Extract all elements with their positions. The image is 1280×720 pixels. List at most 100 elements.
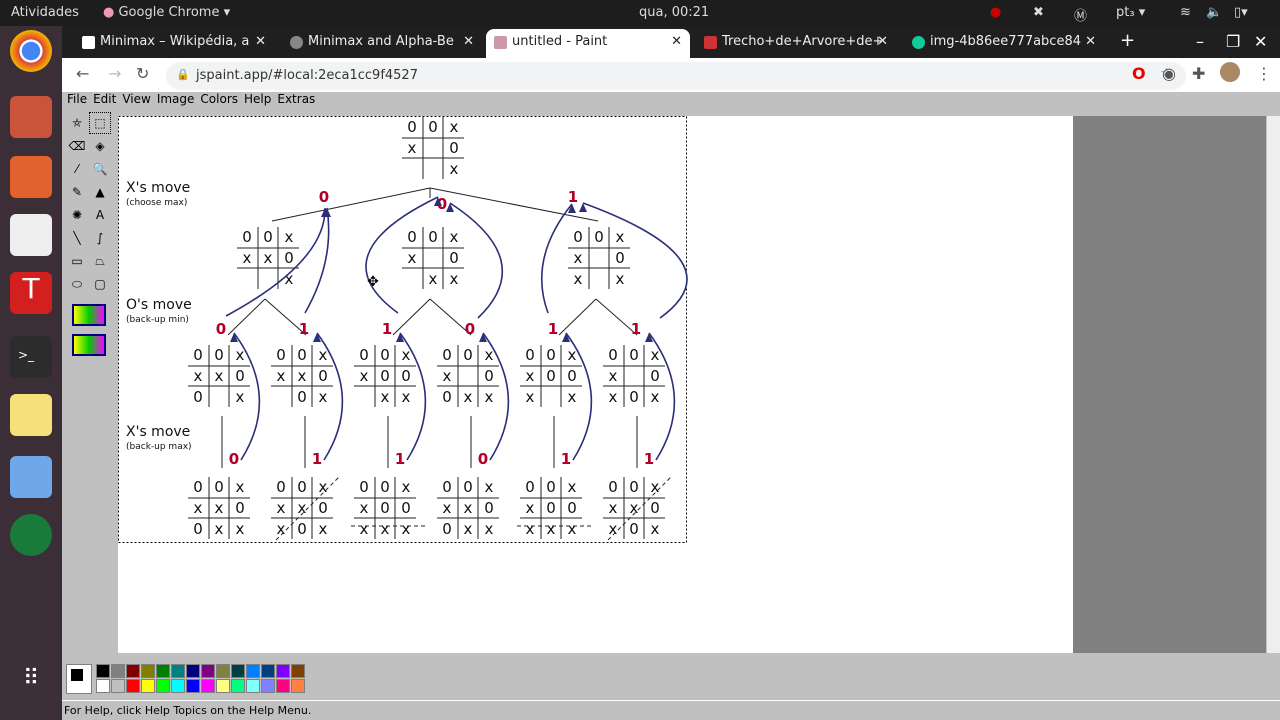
address-bar[interactable]: 🔒 jspaint.app/#local:2eca1cc9f4527 ☆ — [166, 62, 1186, 90]
menu-icon[interactable]: ⋮ — [1256, 64, 1272, 83]
extension-icon[interactable]: ◉ — [1162, 64, 1176, 83]
tab-4[interactable]: img-4b86ee777abce84 ✕ — [904, 29, 1104, 58]
palette-color[interactable] — [201, 679, 215, 693]
extensions-puzzle-icon[interactable]: ✚ — [1192, 64, 1205, 83]
tab-3[interactable]: Trecho+de+Arvore+de+ ✕ — [696, 29, 896, 58]
palette-color[interactable] — [186, 664, 200, 678]
menu-file[interactable]: File — [67, 92, 87, 106]
language-menu[interactable]: pt₃ ▾ — [1116, 5, 1145, 20]
restore-button[interactable]: ❐ — [1226, 32, 1240, 51]
text-tool[interactable]: A — [89, 204, 111, 226]
minimize-button[interactable]: – — [1196, 32, 1204, 51]
palette-color[interactable] — [171, 664, 185, 678]
forward-button[interactable]: → — [108, 64, 121, 83]
brush-tool[interactable]: ▲ — [89, 181, 111, 203]
opera-extension-icon[interactable]: O — [1132, 64, 1146, 83]
show-apps-icon[interactable]: ⠿ — [10, 666, 52, 708]
tool-option-1[interactable] — [72, 304, 106, 326]
fill-tool[interactable]: ◈ — [89, 135, 111, 157]
minimax-value: 1 — [312, 450, 322, 468]
record-icon[interactable]: ● — [990, 5, 1001, 20]
free-form-select-tool[interactable]: ⛤ — [66, 112, 88, 134]
wifi-icon[interactable]: ≋ — [1180, 5, 1191, 20]
palette-color[interactable] — [261, 679, 275, 693]
back-button[interactable]: ← — [76, 64, 89, 83]
text-editor-launcher[interactable] — [10, 214, 52, 256]
airbrush-tool[interactable]: ✺ — [66, 204, 88, 226]
tab-2[interactable]: untitled - Paint ✕ — [486, 29, 690, 58]
palette-color[interactable] — [126, 679, 140, 693]
activities-button[interactable]: Atividades — [11, 5, 79, 20]
tool-option-2[interactable] — [72, 334, 106, 356]
files-launcher[interactable] — [10, 96, 52, 138]
software-launcher[interactable] — [10, 156, 52, 198]
vertical-scrollbar[interactable] — [1267, 116, 1280, 653]
close-window-button[interactable]: ✕ — [1254, 32, 1267, 51]
eraser-tool[interactable]: ⌫ — [66, 135, 88, 157]
t-app-launcher[interactable]: T — [10, 272, 52, 314]
line-tool[interactable]: ╲ — [66, 227, 88, 249]
palette-color[interactable] — [96, 679, 110, 693]
notes-launcher[interactable] — [10, 394, 52, 436]
palette-color[interactable] — [186, 679, 200, 693]
menu-image[interactable]: Image — [157, 92, 195, 106]
close-tab-icon[interactable]: ✕ — [255, 34, 266, 49]
pencil-tool[interactable]: ✎ — [66, 181, 88, 203]
palette-color[interactable] — [141, 664, 155, 678]
curve-tool[interactable]: ∫ — [89, 227, 111, 249]
palette-color[interactable] — [141, 679, 155, 693]
palette-color[interactable] — [171, 679, 185, 693]
palette-color[interactable] — [96, 664, 110, 678]
ellipse-tool[interactable]: ⬭ — [66, 273, 88, 295]
palette-color[interactable] — [291, 679, 305, 693]
tab-1[interactable]: Minimax and Alpha-Be ✕ — [282, 29, 482, 58]
globe-launcher[interactable] — [10, 514, 52, 556]
close-tab-icon[interactable]: ✕ — [671, 34, 682, 49]
canvas[interactable]: 00xx0x00xxx0x00xx0xx00xx0xx00100xxx00x00… — [118, 116, 1073, 653]
tab-0[interactable]: Minimax – Wikipédia, a ✕ — [74, 29, 274, 58]
dropbox-icon[interactable]: ✖ — [1033, 5, 1044, 20]
menu-colors[interactable]: Colors — [200, 92, 238, 106]
current-colors[interactable] — [66, 664, 92, 694]
palette-color[interactable] — [111, 679, 125, 693]
palette-color[interactable] — [261, 664, 275, 678]
menu-help[interactable]: Help — [244, 92, 271, 106]
palette-color[interactable] — [156, 679, 170, 693]
palette-color[interactable] — [156, 664, 170, 678]
palette-color[interactable] — [276, 679, 290, 693]
profile-avatar[interactable] — [1220, 62, 1240, 82]
palette-color[interactable] — [216, 679, 230, 693]
close-tab-icon[interactable]: ✕ — [1085, 34, 1096, 49]
select-tool[interactable]: ⬚ — [89, 112, 111, 134]
menu-extras[interactable]: Extras — [277, 92, 315, 106]
palette-color[interactable] — [126, 664, 140, 678]
menu-edit[interactable]: Edit — [93, 92, 116, 106]
palette-color[interactable] — [246, 664, 260, 678]
m-icon[interactable]: Ⓜ — [1074, 5, 1087, 24]
clock[interactable]: qua, 00:21 — [639, 5, 709, 20]
rounded-rectangle-tool[interactable]: ▢ — [89, 273, 111, 295]
palette-color[interactable] — [291, 664, 305, 678]
chrome-launcher[interactable] — [10, 30, 52, 72]
close-tab-icon[interactable]: ✕ — [463, 34, 474, 49]
new-tab-button[interactable]: + — [1120, 30, 1135, 51]
menu-view[interactable]: View — [122, 92, 150, 106]
volume-icon[interactable]: 🔈 — [1206, 5, 1222, 20]
rectangle-tool[interactable]: ▭ — [66, 250, 88, 272]
pick-color-tool[interactable]: ⁄ — [66, 158, 88, 180]
palette-color[interactable] — [201, 664, 215, 678]
magnifier-tool[interactable]: 🔍 — [89, 158, 111, 180]
palette-color[interactable] — [231, 664, 245, 678]
battery-icon[interactable]: ▯▾ — [1234, 5, 1248, 20]
palette-color[interactable] — [276, 664, 290, 678]
polygon-tool[interactable]: ⏢ — [89, 250, 111, 272]
terminal-launcher[interactable]: >_ — [10, 336, 52, 378]
reload-button[interactable]: ↻ — [136, 64, 149, 83]
palette-color[interactable] — [111, 664, 125, 678]
app-menu[interactable]: ● Google Chrome ▾ — [103, 5, 230, 20]
close-tab-icon[interactable]: ✕ — [877, 34, 888, 49]
palette-color[interactable] — [231, 679, 245, 693]
cube-launcher[interactable] — [10, 456, 52, 498]
palette-color[interactable] — [216, 664, 230, 678]
palette-color[interactable] — [246, 679, 260, 693]
